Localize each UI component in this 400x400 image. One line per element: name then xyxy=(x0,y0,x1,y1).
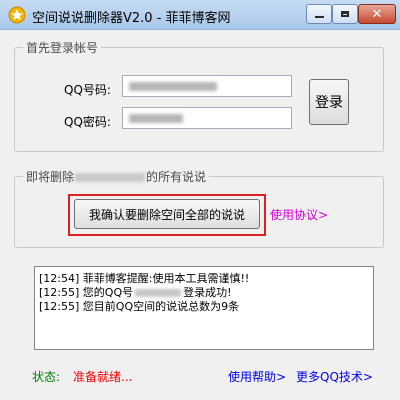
confirm-delete-button[interactable]: 我确认要删除空间全部的说说 xyxy=(74,199,260,229)
close-button[interactable]: ✕ xyxy=(358,4,396,24)
qq-password-label: QQ密码: xyxy=(64,115,111,129)
redacted-account xyxy=(75,173,146,182)
login-group-title: 首先登录帐号 xyxy=(23,39,102,56)
close-icon: ✕ xyxy=(371,6,383,22)
maximize-button[interactable] xyxy=(332,4,358,24)
star-app-icon xyxy=(8,6,26,24)
maximize-icon xyxy=(341,11,349,17)
title-bar: 空间说说删除器V2.0 - 菲菲博客网 ✕ xyxy=(0,0,400,30)
minimize-button[interactable] xyxy=(306,4,332,24)
masked-password xyxy=(129,114,183,123)
delete-group-title: 即将删除 的所有说说 xyxy=(23,168,210,185)
app-window: 空间说说删除器V2.0 - 菲菲博客网 ✕ 首先登录帐号 QQ号码: QQ密码:… xyxy=(0,0,400,400)
status-label: 状态: xyxy=(32,370,61,384)
usage-agreement-link[interactable]: 使用协议> xyxy=(270,206,328,223)
qq-number-input[interactable] xyxy=(122,75,292,97)
log-time: [12:55] xyxy=(39,300,80,313)
redacted-qq-number xyxy=(129,82,217,91)
login-button[interactable]: 登录 xyxy=(309,79,349,125)
log-textarea[interactable]: [12:54] 菲菲博客提醒:使用本工具需谨慎!! [12:55] 您的QQ号登… xyxy=(34,266,374,350)
delete-title-suffix: 的所有说说 xyxy=(146,170,207,184)
more-qq-tech-link[interactable]: 更多QQ技术> xyxy=(296,368,373,385)
log-text: 您目前QQ空间的说说总数为9条 xyxy=(82,300,240,313)
minimize-icon xyxy=(314,16,324,18)
qq-password-input[interactable] xyxy=(122,107,292,129)
status-value: 准备就绪... xyxy=(73,370,133,384)
delete-title-prefix: 即将删除 xyxy=(26,170,75,184)
log-line: [12:55] 您目前QQ空间的说说总数为9条 xyxy=(39,298,239,314)
redacted-qq xyxy=(135,289,182,297)
window-title: 空间说说删除器V2.0 - 菲菲博客网 xyxy=(32,11,231,26)
qq-number-label: QQ号码: xyxy=(64,83,111,97)
help-link[interactable]: 使用帮助> xyxy=(228,368,286,385)
